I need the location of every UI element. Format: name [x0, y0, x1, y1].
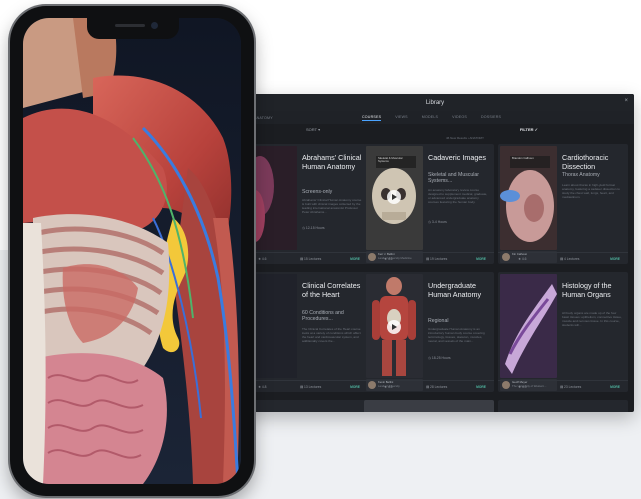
- course-card-undergraduate[interactable]: Kevin Bellini Lander University Undergra…: [364, 272, 494, 392]
- lectures-count: ▤ 13 Lectures: [300, 384, 322, 389]
- tab-views[interactable]: VIEWS: [395, 115, 408, 121]
- filter-button[interactable]: FILTER ✓: [520, 127, 538, 132]
- lectures-count: ▤ 23 Lectures: [560, 384, 582, 389]
- play-icon[interactable]: [387, 190, 401, 204]
- course-description: All body organs are made up of the four …: [562, 311, 622, 327]
- course-thumbnail: Brandon Calhoun: [500, 146, 557, 250]
- histology-thumbnail: [500, 274, 557, 378]
- course-title: Abrahams' Clinical Human Anatomy: [302, 153, 362, 171]
- course-card-partial[interactable]: [238, 400, 368, 412]
- course-title: Histology of the Human Organs: [562, 281, 612, 299]
- anatomy-3d-model[interactable]: [23, 18, 241, 484]
- phone-notch: [87, 18, 179, 39]
- lectures-text: 23 Lectures: [564, 384, 582, 389]
- course-card-histology[interactable]: Geoff Meyer The University of Western...…: [498, 272, 628, 392]
- library-nav: ANATOMY COURSES VIEWS MODELS VIDEOS DOSS…: [236, 111, 634, 124]
- course-hours-text: 12-15 Hours: [305, 226, 325, 230]
- lectures-text: 28 Lectures: [430, 384, 448, 389]
- lectures-text: 15 Lectures: [304, 256, 322, 261]
- more-button[interactable]: MORE: [476, 257, 486, 261]
- tab-courses[interactable]: COURSES: [362, 115, 382, 121]
- play-icon[interactable]: [387, 320, 401, 334]
- more-button[interactable]: MORE: [610, 385, 620, 389]
- phone-device: [10, 6, 254, 496]
- library-title: Library: [425, 99, 445, 106]
- course-thumbnail: Skeletal & Muscular Systems: [366, 146, 423, 250]
- rating-value: 4.5: [387, 384, 393, 389]
- course-hours: ◷ 18-25 Hours: [428, 356, 451, 360]
- rating-value: 4.6: [387, 256, 393, 261]
- course-card-partial[interactable]: [498, 400, 628, 412]
- thumb-label: Brandon Calhoun: [510, 156, 550, 168]
- course-card-cadaveric[interactable]: Skeletal & Muscular Systems Kerr J. Bell…: [364, 144, 494, 264]
- rating: ★ 4.5: [384, 384, 393, 389]
- speaker-icon: [115, 24, 145, 27]
- rating: ★ 4.6: [258, 256, 267, 261]
- lectures-count: ▤ 28 Lectures: [426, 384, 448, 389]
- tab-dossiers[interactable]: DOSSIERS: [481, 115, 501, 121]
- course-footer: ★ 4.6 ▤ 15 Lectures MORE: [238, 252, 368, 264]
- close-icon[interactable]: ×: [624, 98, 628, 104]
- more-button[interactable]: MORE: [350, 385, 360, 389]
- course-footer: ★ 4.5 ▤ 28 Lectures MORE: [364, 380, 494, 392]
- lectures-count: ▤ 15 Lectures: [300, 256, 322, 261]
- course-title: Undergraduate Human Anatomy: [428, 281, 482, 299]
- course-hours: ◷ 12-15 Hours: [302, 226, 325, 230]
- phone-screen: [23, 18, 241, 484]
- rating-value: 4.6: [521, 256, 527, 261]
- rating-value: 4.6: [261, 256, 267, 261]
- lectures-count: ▤ 4 Lectures: [560, 256, 580, 261]
- course-footer: ★ 4.3 ▤ 23 Lectures MORE: [498, 380, 628, 392]
- thumb-label: Skeletal & Muscular Systems: [376, 156, 416, 168]
- library-window: Library × ANATOMY COURSES VIEWS MODELS V…: [236, 94, 634, 412]
- course-title: Cardiothoracic Dissection: [562, 153, 609, 171]
- course-subtitle: Thorax Anatomy: [562, 172, 600, 178]
- camera-icon: [151, 22, 158, 29]
- course-hours-text: 3-4 Hours: [431, 220, 447, 224]
- course-title: Clinical Correlates of the Heart: [302, 281, 361, 299]
- course-subtitle: Screens-only: [302, 189, 333, 195]
- rating: ★ 4.6: [384, 256, 393, 261]
- course-card-cardiothoracic[interactable]: Brandon Calhoun Kin Calhoun Cardiothorac…: [498, 144, 628, 264]
- course-card-partial[interactable]: [364, 400, 494, 412]
- more-button[interactable]: MORE: [350, 257, 360, 261]
- more-button[interactable]: MORE: [610, 257, 620, 261]
- course-card-abrahams[interactable]: Abrahams' Clinical Human Anatomy Screens…: [238, 144, 368, 264]
- course-footer: ★ 4.6 ▤ 4 Lectures MORE: [498, 252, 628, 264]
- rating: ★ 4.3: [518, 384, 527, 389]
- course-description: The Clinical Correlates of the Heart cou…: [302, 327, 361, 343]
- course-subtitle: Regional: [428, 318, 449, 324]
- course-description: Abrahams' Clinical Human Anatomy course …: [302, 198, 362, 214]
- course-thumbnail: [366, 274, 423, 378]
- course-subtitle: Skeletal and Muscular Systems...: [428, 172, 480, 185]
- filter-bar: SORT ▾ FILTER ✓: [236, 124, 634, 136]
- library-titlebar: Library ×: [236, 94, 634, 111]
- course-description: An anatomy laboratory review course desi…: [428, 188, 488, 204]
- rating-value: 4.8: [261, 384, 267, 389]
- course-description: Learn about thorax in high-yield format …: [562, 183, 620, 199]
- course-footer: ★ 4.8 ▤ 13 Lectures MORE: [238, 380, 368, 392]
- course-card-clinical-correlates[interactable]: Clinical Correlates of the Heart 60 Cond…: [238, 272, 368, 392]
- more-button[interactable]: MORE: [476, 385, 486, 389]
- lectures-text: 13 Lectures: [304, 384, 322, 389]
- tab-videos[interactable]: VIDEOS: [452, 115, 467, 121]
- course-title: Cadaveric Images: [428, 153, 486, 162]
- course-subtitle: 60 Conditions and Procedures...: [302, 310, 344, 323]
- rating: ★ 4.6: [518, 256, 527, 261]
- course-thumbnail: [500, 274, 557, 378]
- lectures-text: 4 Lectures: [564, 256, 580, 261]
- course-hours: ◷ 3-4 Hours: [428, 220, 447, 224]
- course-hours-text: 18-25 Hours: [431, 356, 451, 360]
- lectures-text: 19 Lectures: [430, 256, 448, 261]
- tab-models[interactable]: MODELS: [422, 115, 438, 121]
- course-footer: ★ 4.6 ▤ 19 Lectures MORE: [364, 252, 494, 264]
- lectures-count: ▤ 19 Lectures: [426, 256, 448, 261]
- rating: ★ 4.8: [258, 384, 267, 389]
- results-count: 46 New Results • ANATOMY: [445, 136, 485, 140]
- course-description: Undergraduate Human Anatomy is an introd…: [428, 327, 485, 343]
- nav-anatomy[interactable]: ANATOMY: [254, 116, 273, 120]
- rating-value: 4.3: [521, 384, 527, 389]
- sort-button[interactable]: SORT ▾: [306, 127, 320, 132]
